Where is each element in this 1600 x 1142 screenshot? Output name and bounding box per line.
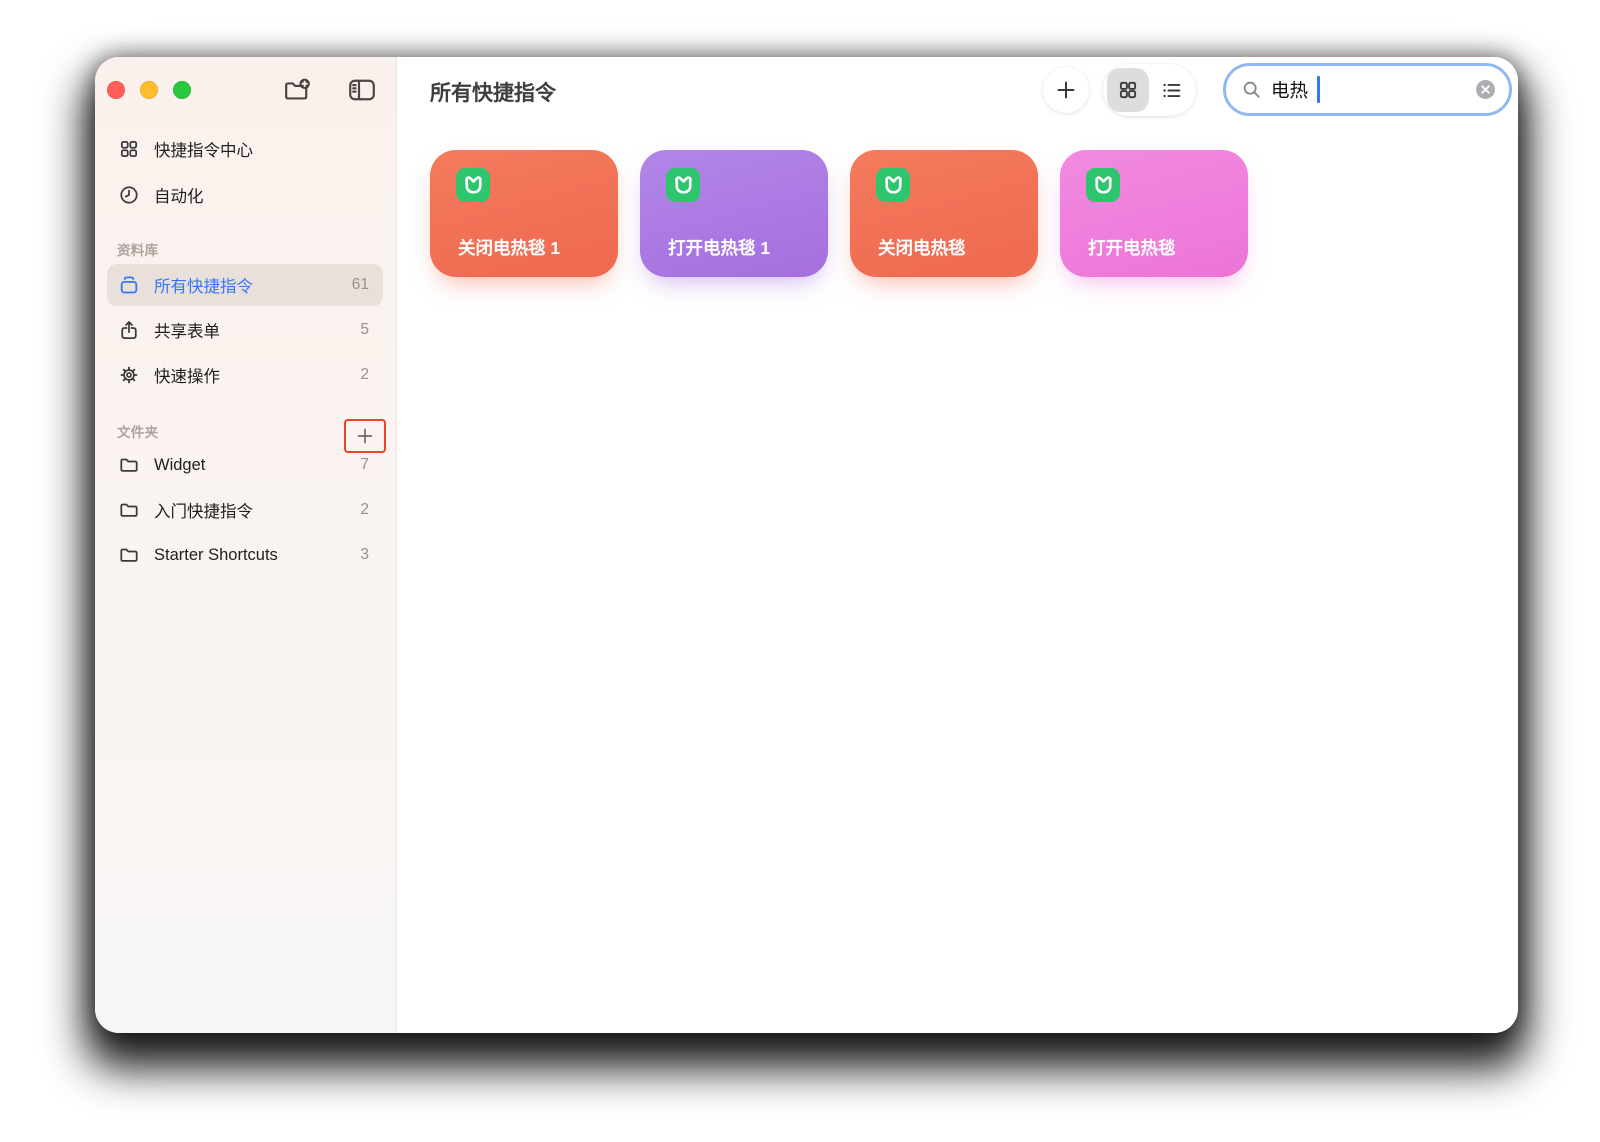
window-controls [107, 81, 191, 99]
folder-icon [117, 543, 141, 567]
sidebar-item-folder-starter-cn[interactable]: 入门快捷指令 2 [107, 489, 383, 531]
desktop: 快捷指令中心 自动化 资料库 所有快捷指令 [0, 0, 1600, 1142]
sidebar-item-label: 所有快捷指令 [154, 273, 339, 297]
list-view-button[interactable] [1150, 68, 1192, 112]
sidebar-item-automation[interactable]: 自动化 [107, 174, 383, 216]
item-count: 5 [360, 321, 369, 339]
mijia-app-icon [1086, 168, 1120, 202]
folders-section-header: 文件夹 [117, 421, 158, 441]
clear-search-button[interactable] [1475, 79, 1496, 100]
sidebar-toggle-icon [347, 77, 377, 103]
grid-view-button[interactable] [1107, 68, 1149, 112]
item-count: 2 [360, 501, 369, 519]
new-folder-button[interactable] [279, 74, 315, 106]
sidebar-item-folder-starter-shortcuts[interactable]: Starter Shortcuts 3 [107, 534, 383, 576]
clock-icon [117, 183, 141, 207]
search-icon [1241, 79, 1262, 100]
shortcuts-app-window: 快捷指令中心 自动化 资料库 所有快捷指令 [95, 57, 1518, 1033]
folder-icon [117, 498, 141, 522]
clear-icon [1475, 79, 1496, 100]
sidebar-item-all-shortcuts[interactable]: 所有快捷指令 61 [107, 264, 383, 306]
all-shortcuts-tray-icon [117, 273, 141, 297]
gear-icon [117, 363, 141, 387]
close-window-button[interactable] [107, 81, 125, 99]
search-query-text: 电热 [1271, 77, 1308, 103]
shortcut-name: 打开电热毯 [1088, 235, 1176, 260]
sidebar-item-quick-actions[interactable]: 快速操作 2 [107, 354, 383, 396]
sidebar-item-label: 共享表单 [154, 318, 347, 342]
sidebar-item-label: 自动化 [154, 183, 369, 207]
minimize-window-button[interactable] [140, 81, 158, 99]
main-content: 所有快捷指令 [397, 57, 1518, 1033]
sidebar: 快捷指令中心 自动化 资料库 所有快捷指令 [95, 57, 397, 1033]
sidebar-item-label: Starter Shortcuts [154, 546, 347, 565]
page-title: 所有快捷指令 [430, 77, 556, 107]
mijia-app-icon [666, 168, 700, 202]
sidebar-item-label: Widget [154, 456, 347, 475]
shortcut-card-open-blanket-1[interactable]: 打开电热毯 1 [640, 150, 828, 277]
share-icon [117, 318, 141, 342]
shortcuts-grid: 关闭电热毯 1 打开电热毯 1 [430, 150, 1248, 277]
library-section-header: 资料库 [117, 239, 158, 259]
sidebar-item-label: 快速操作 [154, 363, 347, 387]
plus-icon [1054, 78, 1078, 102]
sidebar-item-share-sheet[interactable]: 共享表单 5 [107, 309, 383, 351]
shortcut-name: 打开电热毯 1 [668, 235, 770, 260]
grid-2x2-icon [117, 137, 141, 161]
sidebar-item-label: 入门快捷指令 [154, 498, 347, 522]
item-count: 7 [360, 456, 369, 474]
sidebar-item-folder-widget[interactable]: Widget 7 [107, 444, 383, 486]
grid-view-icon [1117, 79, 1139, 101]
shortcut-card-close-blanket-1[interactable]: 关闭电热毯 1 [430, 150, 618, 277]
text-caret [1317, 76, 1320, 103]
new-folder-icon [282, 76, 312, 104]
plus-icon [355, 426, 375, 446]
sidebar-item-shortcuts-center[interactable]: 快捷指令中心 [107, 128, 383, 170]
zoom-window-button[interactable] [173, 81, 191, 99]
sidebar-item-label: 快捷指令中心 [154, 137, 369, 161]
shortcut-name: 关闭电热毯 [878, 235, 966, 260]
item-count: 61 [352, 276, 369, 294]
view-mode-segmented-control [1103, 64, 1196, 116]
shortcut-name: 关闭电热毯 1 [458, 235, 560, 260]
search-input[interactable]: 电热 [1223, 63, 1512, 116]
folder-icon [117, 453, 141, 477]
item-count: 2 [360, 366, 369, 384]
mijia-app-icon [456, 168, 490, 202]
toggle-sidebar-button[interactable] [344, 74, 380, 106]
new-shortcut-button[interactable] [1043, 67, 1089, 113]
list-view-icon [1160, 79, 1183, 102]
mijia-app-icon [876, 168, 910, 202]
shortcut-card-open-blanket[interactable]: 打开电热毯 [1060, 150, 1248, 277]
shortcut-card-close-blanket[interactable]: 关闭电热毯 [850, 150, 1038, 277]
item-count: 3 [360, 546, 369, 564]
